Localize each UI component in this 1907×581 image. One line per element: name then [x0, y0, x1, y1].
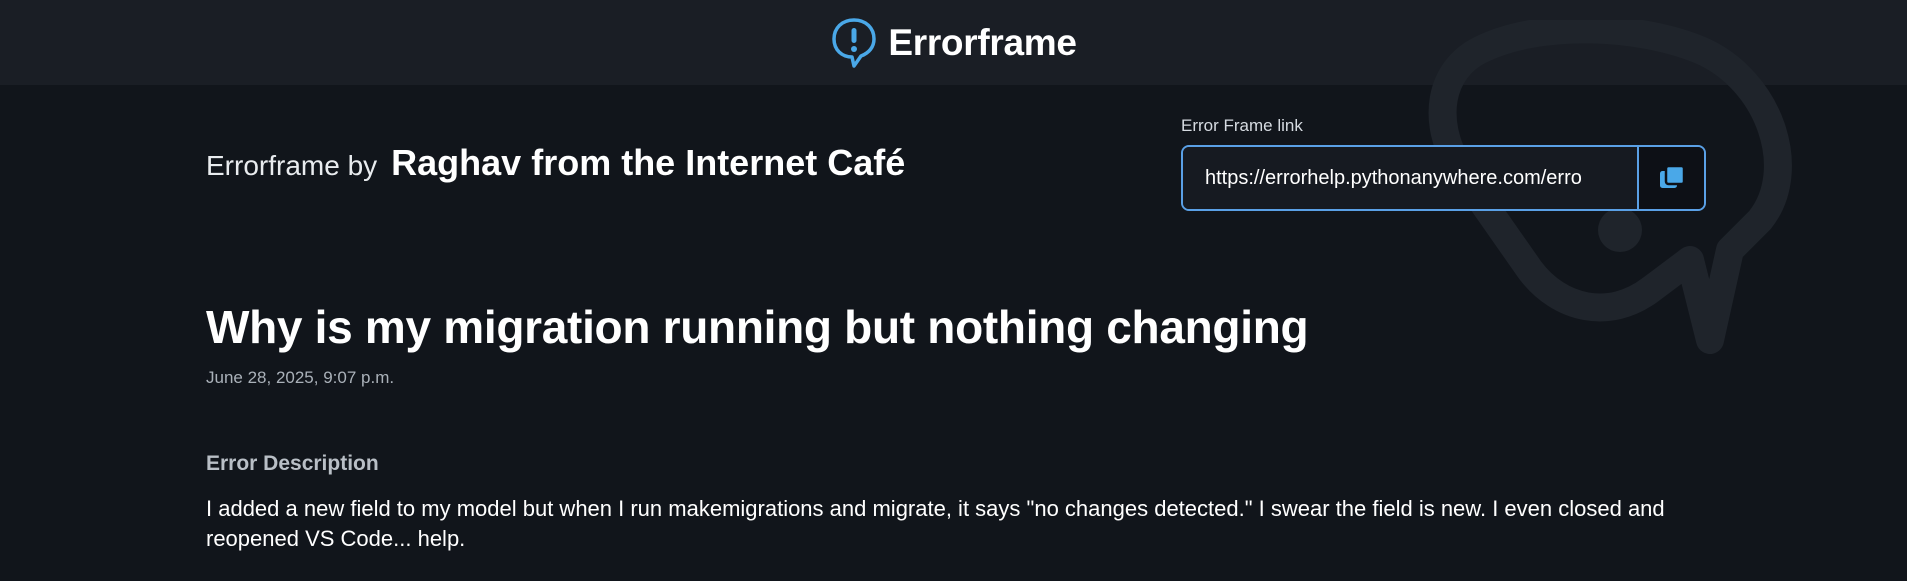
- question-title: Why is my migration running but nothing …: [206, 301, 1309, 353]
- error-frame-link-box: [1181, 145, 1706, 211]
- author-prefix: Errorframe by: [206, 150, 378, 181]
- author-line: Errorframe by Raghav from the Internet C…: [206, 142, 905, 184]
- error-description-heading: Error Description: [206, 452, 379, 475]
- copy-icon: [1659, 164, 1685, 188]
- main-content: Errorframe by Raghav from the Internet C…: [0, 0, 1907, 581]
- error-frame-link-label: Error Frame link: [1181, 116, 1303, 135]
- question-date: June 28, 2025, 9:07 p.m.: [206, 368, 395, 387]
- author-name: Raghav from the Internet Café: [391, 142, 906, 183]
- error-frame-link-input[interactable]: [1183, 147, 1637, 209]
- copy-link-button[interactable]: [1637, 147, 1704, 209]
- error-description-text: I added a new field to my model but when…: [206, 496, 1665, 551]
